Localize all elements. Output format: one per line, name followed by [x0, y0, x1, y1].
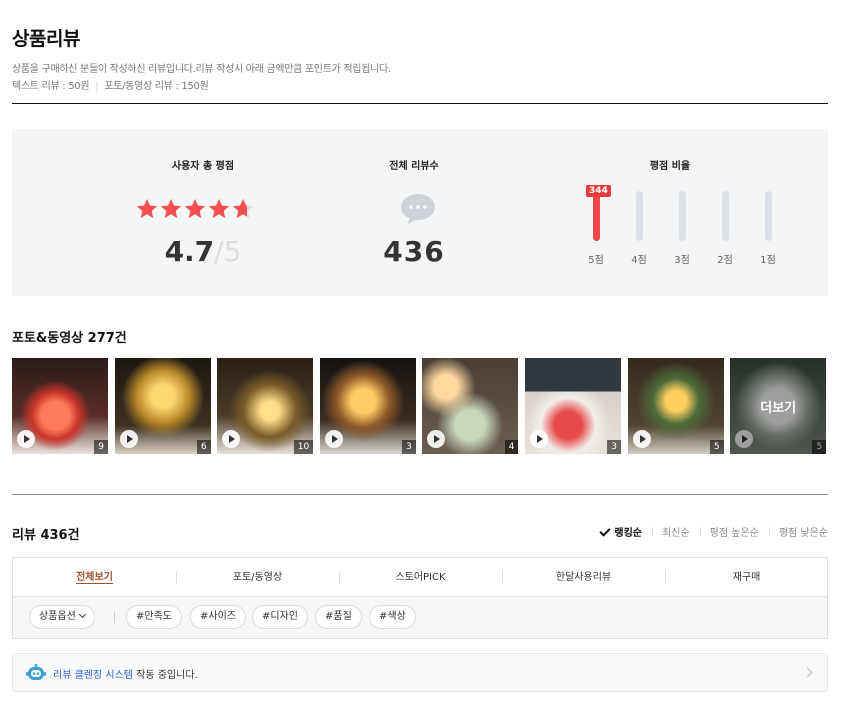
keyword-filter-chip[interactable]: #디자인 [252, 605, 308, 629]
star-icon [185, 199, 205, 218]
media-count: 4 [504, 440, 519, 454]
score-separator: / [214, 235, 224, 268]
review-tab-label: 재구매 [732, 572, 761, 583]
average-rating-label: 사용자 총 평점 [171, 161, 235, 172]
sort-option[interactable]: 평점 높은순 [699, 524, 769, 539]
star-icon [161, 199, 181, 218]
media-count: 9 [94, 440, 108, 454]
notice-rest: 작동 중입니다. [132, 670, 198, 681]
divider [114, 612, 115, 623]
media-thumbnail[interactable]: 10 [217, 358, 314, 454]
rating-bar-track [722, 191, 729, 241]
point-info: 텍스트 리뷰 : 50원 | 포토/동영상 리뷰 : 150원 [12, 77, 209, 92]
keyword-filter-chip[interactable]: #만족도 [126, 605, 182, 629]
total-reviews-label: 전체 리뷰수 [389, 161, 439, 172]
divider: | [95, 81, 99, 92]
review-description: 상품을 구매하신 분들이 작성하신 리뷰입니다.리뷰 작성시 아래 금액만큼 포… [12, 64, 391, 75]
review-tab-label: 포토/동영상 [232, 572, 283, 583]
rating-bar-fill [593, 191, 600, 241]
more-button[interactable]: 더보기 [730, 358, 827, 454]
average-score-value: 4.7 [164, 235, 215, 268]
play-icon [427, 430, 446, 448]
sort-option-label: 평점 낮은순 [778, 528, 828, 539]
divider [12, 494, 828, 495]
keyword-filter-chip[interactable]: #색상 [369, 605, 416, 629]
media-thumbnail[interactable]: 3 [525, 358, 621, 454]
robot-icon [26, 664, 46, 680]
speech-bubble-icon [401, 194, 435, 224]
keyword-filter-chip[interactable]: #사이즈 [190, 605, 246, 629]
rating-bar-track [593, 191, 600, 241]
total-review-count: 436 [383, 235, 445, 268]
review-tab-label: 스토어PICK [395, 572, 446, 583]
rating-bar-track [679, 191, 686, 241]
divider [12, 103, 828, 104]
media-thumbnail[interactable]: 4 [422, 358, 519, 454]
play-icon [17, 430, 35, 448]
page-title: 상품리뷰 [12, 28, 80, 50]
cleansing-notice[interactable]: 리뷰 클렌징 시스템 작동 중입니다. [12, 653, 828, 692]
review-tab-label: 전체보기 [76, 572, 113, 583]
media-count: 5 [709, 440, 724, 454]
rating-bar-track [636, 191, 643, 241]
rating-bar-label: 3점 [674, 255, 690, 266]
play-icon [324, 430, 343, 448]
half-star-icon [233, 199, 253, 218]
sort-options: 랭킹순 최신순 평점 높은순 평점 낮은순 [590, 524, 828, 539]
rating-bar-label: 1점 [760, 255, 776, 266]
media-thumbnail[interactable]: 6 [114, 358, 211, 454]
keyword-filter-chip[interactable]: #품질 [315, 605, 362, 629]
sort-option-label: 평점 높은순 [709, 528, 759, 539]
play-icon [632, 430, 651, 448]
review-count-title: 리뷰 436건 [12, 528, 80, 543]
media-thumbnail[interactable]: 3 [319, 358, 416, 454]
rating-bar-label: 5점 [588, 255, 604, 266]
review-tab[interactable]: 포토/동영상 [176, 558, 339, 597]
media-count: 10 [293, 440, 314, 454]
star-icon [209, 199, 229, 218]
check-icon [599, 525, 612, 537]
media-thumbnail[interactable]: 9 [12, 358, 108, 454]
media-thumbnail[interactable]: 5 [627, 358, 724, 454]
rating-bar-label: 4점 [631, 255, 647, 266]
rating-bar-label: 2점 [717, 255, 733, 266]
review-filter-box: 전체보기 포토/동영상 스토어PICK 한달사용리뷰 재구매 상품옵션 #만족도 #사이즈… [12, 557, 828, 639]
average-score-max: 5 [223, 235, 242, 268]
sort-option[interactable]: 랭킹순 [590, 524, 652, 539]
review-tabs: 전체보기 포토/동영상 스토어PICK 한달사용리뷰 재구매 [13, 558, 827, 597]
product-option-dropdown[interactable]: 상품옵션 [29, 605, 95, 629]
review-tab[interactable]: 재구매 [665, 558, 828, 597]
media-thumbnails: 9 6 10 3 4 3 5 5 더보기 [12, 358, 828, 454]
review-tab[interactable]: 전체보기 [13, 558, 176, 597]
average-score: 4.7/5 [103, 235, 303, 268]
photo-review-point: 포토/동영상 리뷰 : 150원 [104, 81, 209, 92]
play-icon [530, 430, 548, 448]
play-icon [222, 430, 241, 448]
sort-option[interactable]: 최신순 [652, 524, 700, 539]
star-icon [137, 199, 157, 218]
sort-option-label: 랭킹순 [614, 528, 643, 539]
notice-highlight: 리뷰 클렌징 시스템 [53, 670, 133, 681]
review-tab[interactable]: 한달사용리뷰 [502, 558, 665, 597]
review-tab-label: 한달사용리뷰 [555, 572, 612, 583]
rating-bar-track [765, 191, 772, 241]
media-count: 6 [196, 440, 211, 454]
product-option-label: 상품옵션 [39, 611, 76, 622]
media-count: 3 [402, 440, 416, 454]
review-tab[interactable]: 스토어PICK [339, 558, 502, 597]
text-review-point: 텍스트 리뷰 : 50원 [12, 81, 90, 92]
rating-distribution-label: 평점 비율 [649, 161, 691, 172]
chevron-down-icon [78, 610, 86, 619]
filter-chips: 상품옵션 #만족도 #사이즈 #디자인 #품질 #색상 [13, 597, 827, 638]
rating-count-badge: 344 [586, 185, 611, 197]
sort-option[interactable]: 평점 낮은순 [768, 524, 828, 539]
rating-summary: 사용자 총 평점 4.7/5 전체 리뷰수 436 평점 비율 344 5점 4… [12, 129, 828, 296]
notice-text: 리뷰 클렌징 시스템 작동 중입니다. [53, 666, 198, 681]
media-count: 3 [607, 440, 621, 454]
media-section-title: 포토&동영상 277건 [12, 331, 127, 346]
media-thumbnail[interactable]: 5 더보기 [730, 358, 827, 454]
chevron-right-icon [802, 667, 813, 678]
sort-option-label: 최신순 [662, 528, 690, 539]
play-icon [119, 430, 138, 448]
